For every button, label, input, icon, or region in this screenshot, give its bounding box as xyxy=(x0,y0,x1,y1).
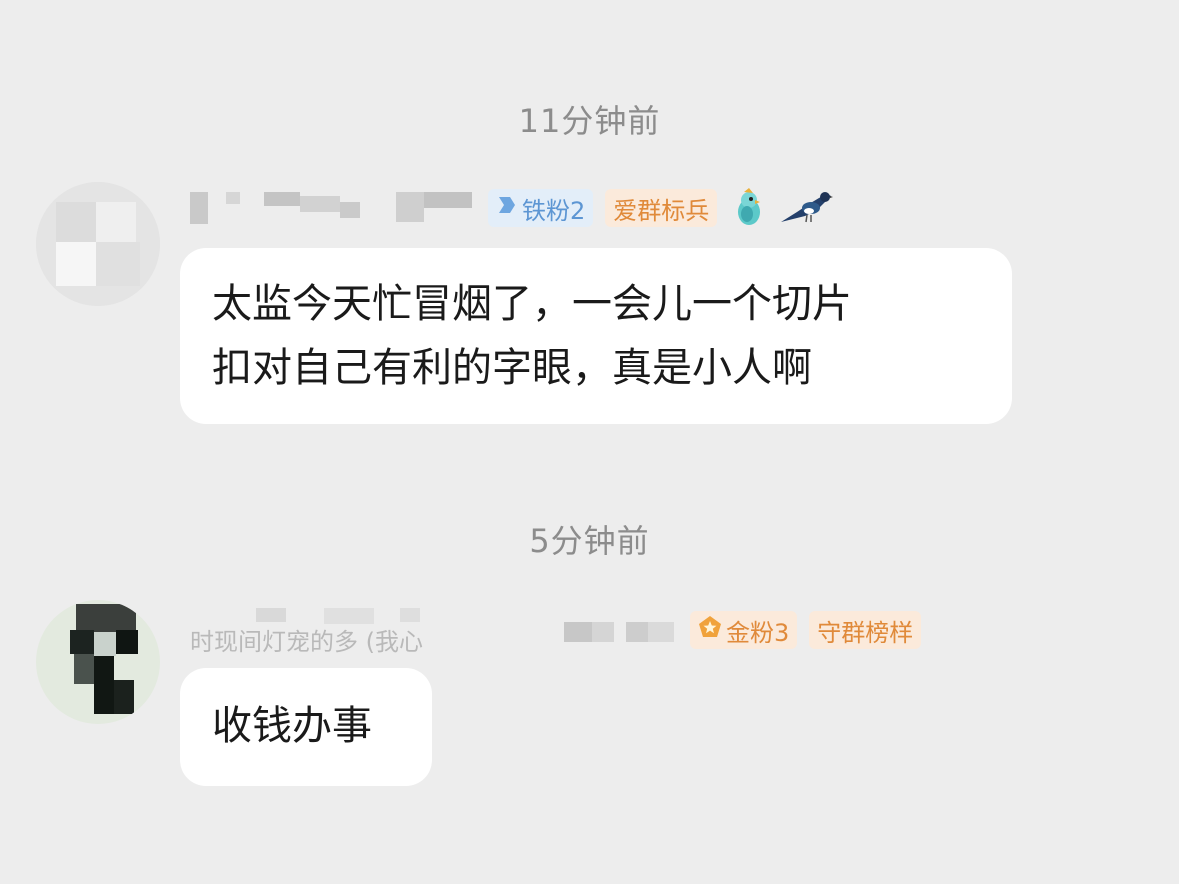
message-text-line: 扣对自己有利的字眼，真是小人啊 xyxy=(212,345,812,391)
message-bubble[interactable]: 太监今天忙冒烟了，一会儿一个切片 扣对自己有利的字眼，真是小人啊 xyxy=(180,248,1012,424)
avatar[interactable] xyxy=(36,600,160,724)
group-title-label: 守群榜样 xyxy=(817,618,914,647)
group-title-badge[interactable]: 守群榜样 xyxy=(809,611,922,649)
sender-name-text: 时现间灯宠的多 (我心 xyxy=(190,628,423,656)
fan-level-badge[interactable]: 金粉3 xyxy=(690,611,798,649)
magpie-icon xyxy=(779,188,834,228)
message-bubble[interactable]: 收钱办事 xyxy=(180,668,432,786)
fan-level-badge[interactable]: 铁粉2 xyxy=(488,189,594,227)
group-title-label: 爱群标兵 xyxy=(613,196,710,225)
sender-name: 时现间灯宠的多 (我心 xyxy=(190,608,676,656)
pentagon-star-icon xyxy=(698,615,722,645)
avatar[interactable] xyxy=(36,182,160,306)
sender-name-redacted xyxy=(190,186,474,230)
message-text-line: 收钱办事 xyxy=(212,703,372,749)
timestamp: 11分钟前 xyxy=(518,102,661,140)
parrot-icon xyxy=(729,188,769,228)
sender-info: 时现间灯宠的多 (我心 金粉3 守群榜样 xyxy=(190,608,933,656)
fan-level-label: 金粉3 xyxy=(726,618,790,647)
message-text-line: 太监今天忙冒烟了，一会儿一个切片 xyxy=(212,281,852,327)
timestamp: 5分钟前 xyxy=(529,522,650,560)
arrow-shield-icon xyxy=(496,194,518,222)
group-title-badge[interactable]: 爱群标兵 xyxy=(605,189,718,227)
sender-info: 铁粉2 爱群标兵 xyxy=(190,186,834,230)
fan-level-label: 铁粉2 xyxy=(522,196,586,225)
